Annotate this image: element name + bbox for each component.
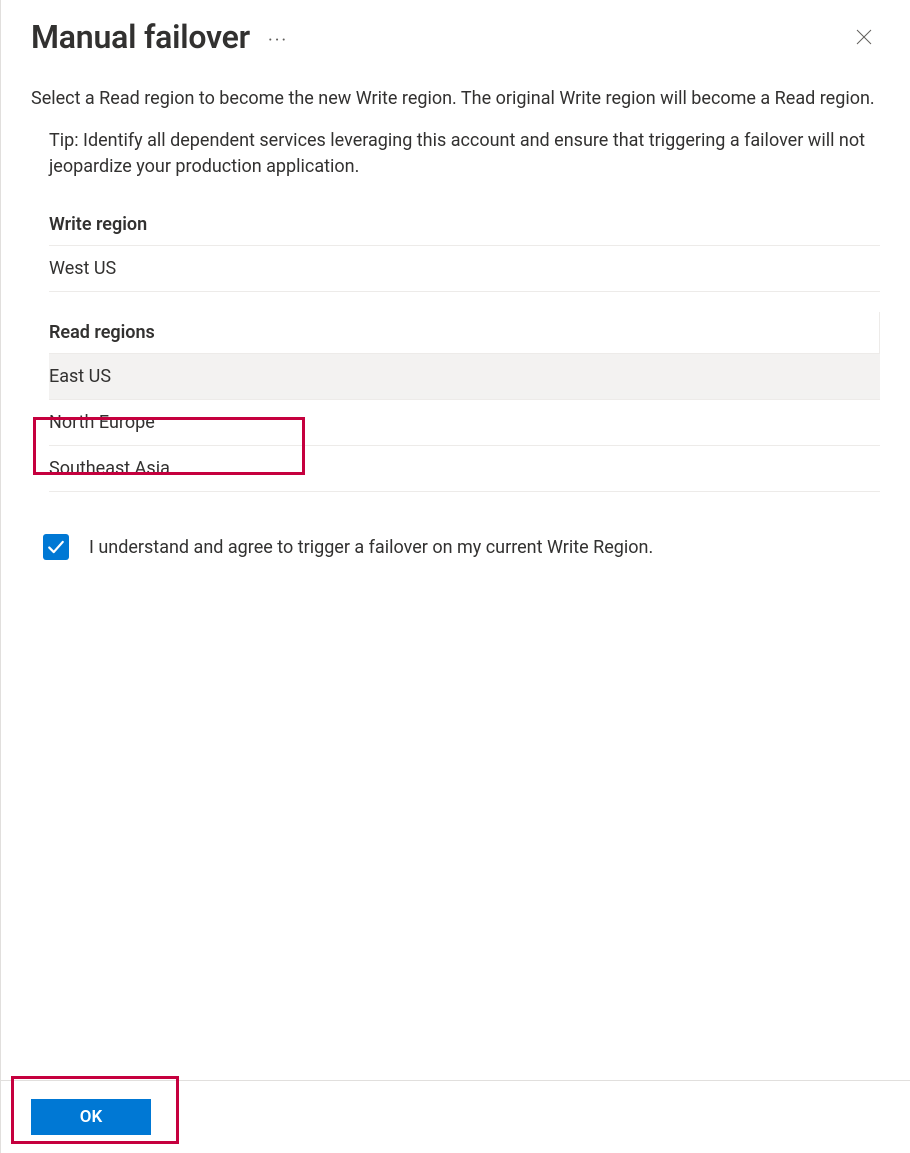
close-button[interactable] xyxy=(848,21,880,53)
read-region-east-us[interactable]: East US xyxy=(49,354,880,400)
close-icon xyxy=(856,29,872,45)
write-region-header: Write region xyxy=(49,204,880,246)
read-region-southeast-asia[interactable]: Southeast Asia xyxy=(49,446,880,492)
manual-failover-panel: Manual failover ··· Select a Read region… xyxy=(1,0,910,1153)
read-regions-header: Read regions xyxy=(49,312,880,354)
header-left: Manual failover ··· xyxy=(31,18,288,56)
tip-text: Tip: Identify all dependent services lev… xyxy=(31,128,880,180)
more-icon[interactable]: ··· xyxy=(268,24,288,50)
confirm-row: I understand and agree to trigger a fail… xyxy=(31,534,880,560)
ok-button[interactable]: OK xyxy=(31,1099,151,1135)
read-regions-section: Read regions East US North Europe Southe… xyxy=(31,312,880,492)
confirm-checkbox[interactable] xyxy=(43,534,69,560)
panel-header: Manual failover ··· xyxy=(31,0,880,86)
confirm-label: I understand and agree to trigger a fail… xyxy=(89,537,653,558)
read-region-north-europe[interactable]: North Europe xyxy=(49,400,880,446)
description-text: Select a Read region to become the new W… xyxy=(31,86,880,112)
write-region-value: West US xyxy=(49,246,880,292)
panel-footer: OK xyxy=(1,1080,910,1153)
write-region-section: Write region West US xyxy=(31,204,880,292)
page-title: Manual failover xyxy=(31,18,250,56)
check-icon xyxy=(47,538,65,556)
